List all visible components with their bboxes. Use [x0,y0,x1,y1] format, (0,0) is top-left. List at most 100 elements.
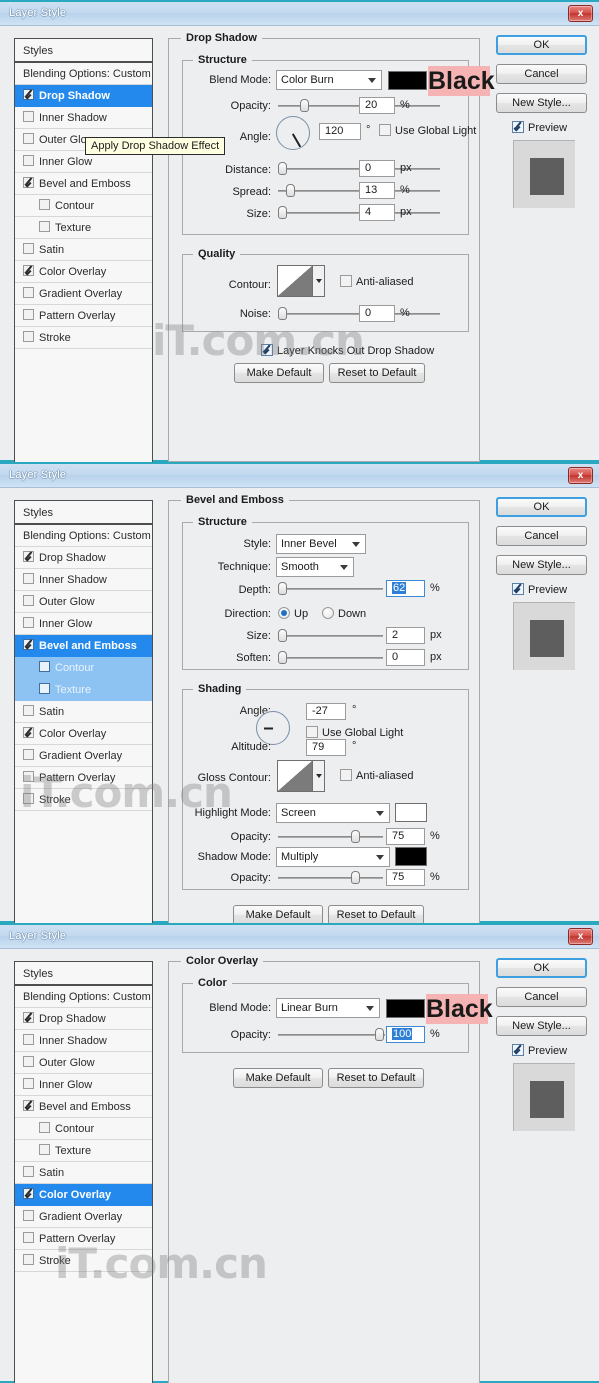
opacity-input[interactable]: 20 [359,97,395,114]
blend-mode-select[interactable]: Color Burn [276,70,382,90]
checkbox-icon[interactable] [23,1056,34,1067]
sidebar-item-satin[interactable]: Satin [15,239,152,261]
anti-aliased-checkbox[interactable] [340,275,352,287]
checkbox-icon[interactable] [23,331,34,342]
checkbox-icon[interactable] [23,727,34,738]
checkbox-icon[interactable] [23,155,34,166]
sidebar-item-contour[interactable]: Contour [15,1118,152,1140]
sidebar-item-stroke[interactable]: Stroke [15,327,152,349]
checkbox-icon[interactable] [39,1144,50,1155]
opacity-slider[interactable] [278,1028,385,1042]
checkbox-icon[interactable] [23,1188,34,1199]
close-icon[interactable]: x [568,5,593,22]
checkbox-icon[interactable] [23,595,34,606]
noise-input[interactable]: 0 [359,305,395,322]
highlight-opacity-slider[interactable] [278,830,383,844]
size-input[interactable]: 4 [359,204,395,221]
highlight-opacity-input[interactable]: 75 [386,828,425,845]
slider-thumb[interactable] [278,206,287,219]
size-slider[interactable] [278,629,383,643]
use-global-light-checkbox[interactable] [306,726,318,738]
checkbox-icon[interactable] [23,749,34,760]
sidebar-item-satin[interactable]: Satin [15,701,152,723]
sidebar-item-inner-glow[interactable]: Inner Glow [15,1074,152,1096]
sidebar-item-blending-options[interactable]: Blending Options: Custom [15,986,152,1008]
ok-button[interactable]: OK [496,35,587,55]
checkbox-icon[interactable] [23,111,34,122]
gloss-contour-swatch[interactable] [277,760,313,792]
contour-dropdown[interactable] [313,265,325,297]
checkbox-icon[interactable] [23,89,34,100]
sidebar-item-blending-options[interactable]: Blending Options: Custom [15,63,152,85]
depth-input[interactable]: 62 [386,580,425,597]
angle-dial[interactable] [256,711,290,745]
checkbox-icon[interactable] [23,309,34,320]
soften-input[interactable]: 0 [386,649,425,666]
sidebar-item-texture[interactable]: Texture [15,1140,152,1162]
sidebar-item-blending-options[interactable]: Blending Options: Custom [15,525,152,547]
sidebar-item-gradient-overlay[interactable]: Gradient Overlay [15,1206,152,1228]
sidebar-item-satin[interactable]: Satin [15,1162,152,1184]
contour-swatch[interactable] [277,265,313,297]
angle-dial[interactable] [276,116,310,150]
reset-to-default-button[interactable]: Reset to Default [328,1068,424,1088]
reset-to-default-button[interactable]: Reset to Default [328,905,424,925]
checkbox-icon[interactable] [23,793,34,804]
sidebar-item-pattern-overlay[interactable]: Pattern Overlay [15,305,152,327]
sidebar-item-texture[interactable]: Texture [15,217,152,239]
new-style-button[interactable]: New Style... [496,1016,587,1036]
size-input[interactable]: 2 [386,627,425,644]
sidebar-item-contour[interactable]: Contour [15,657,152,679]
checkbox-icon[interactable] [39,199,50,210]
checkbox-icon[interactable] [23,177,34,188]
shadow-opacity-input[interactable]: 75 [386,869,425,886]
new-style-button[interactable]: New Style... [496,93,587,113]
blend-mode-select[interactable]: Linear Burn [276,998,380,1018]
checkbox-icon[interactable] [23,1232,34,1243]
checkbox-icon[interactable] [23,287,34,298]
checkbox-icon[interactable] [23,705,34,716]
layer-knocks-out-checkbox[interactable] [261,344,273,356]
preview-checkbox[interactable] [512,1044,524,1056]
sidebar-item-drop-shadow[interactable]: Drop Shadow [15,85,152,107]
checkbox-icon[interactable] [23,1100,34,1111]
direction-up-radio[interactable] [278,607,290,619]
sidebar-item-inner-shadow[interactable]: Inner Shadow [15,1030,152,1052]
slider-thumb[interactable] [278,162,287,175]
slider-thumb[interactable] [278,629,287,642]
highlight-color-swatch[interactable] [395,803,427,822]
checkbox-icon[interactable] [23,1210,34,1221]
overlay-color-swatch[interactable] [386,999,425,1018]
make-default-button[interactable]: Make Default [233,1068,323,1088]
close-icon[interactable]: x [568,928,593,945]
checkbox-icon[interactable] [23,1254,34,1265]
shadow-mode-select[interactable]: Multiply [276,847,390,867]
slider-thumb[interactable] [351,830,360,843]
slider-thumb[interactable] [300,99,309,112]
checkbox-icon[interactable] [23,243,34,254]
soften-slider[interactable] [278,651,383,665]
sidebar-item-texture[interactable]: Texture [15,679,152,701]
sidebar-item-stroke[interactable]: Stroke [15,789,152,811]
technique-select[interactable]: Smooth [276,557,354,577]
slider-thumb[interactable] [375,1028,384,1041]
reset-to-default-button[interactable]: Reset to Default [329,363,425,383]
shadow-color-swatch[interactable] [388,71,427,90]
sidebar-item-bevel-and-emboss[interactable]: Bevel and Emboss [15,173,152,195]
make-default-button[interactable]: Make Default [233,905,323,925]
preview-checkbox[interactable] [512,583,524,595]
checkbox-icon[interactable] [23,1078,34,1089]
checkbox-icon[interactable] [23,133,34,144]
cancel-button[interactable]: Cancel [496,64,587,84]
sidebar-item-contour[interactable]: Contour [15,195,152,217]
sidebar-item-drop-shadow[interactable]: Drop Shadow [15,547,152,569]
sidebar-item-outer-glow[interactable]: Outer Glow [15,591,152,613]
ok-button[interactable]: OK [496,958,587,978]
checkbox-icon[interactable] [23,617,34,628]
sidebar-item-gradient-overlay[interactable]: Gradient Overlay [15,745,152,767]
angle-input[interactable]: -27 [306,703,346,720]
slider-thumb[interactable] [286,184,295,197]
slider-thumb[interactable] [278,307,287,320]
checkbox-icon[interactable] [39,683,50,694]
sidebar-item-outer-glow[interactable]: Outer Glow [15,1052,152,1074]
